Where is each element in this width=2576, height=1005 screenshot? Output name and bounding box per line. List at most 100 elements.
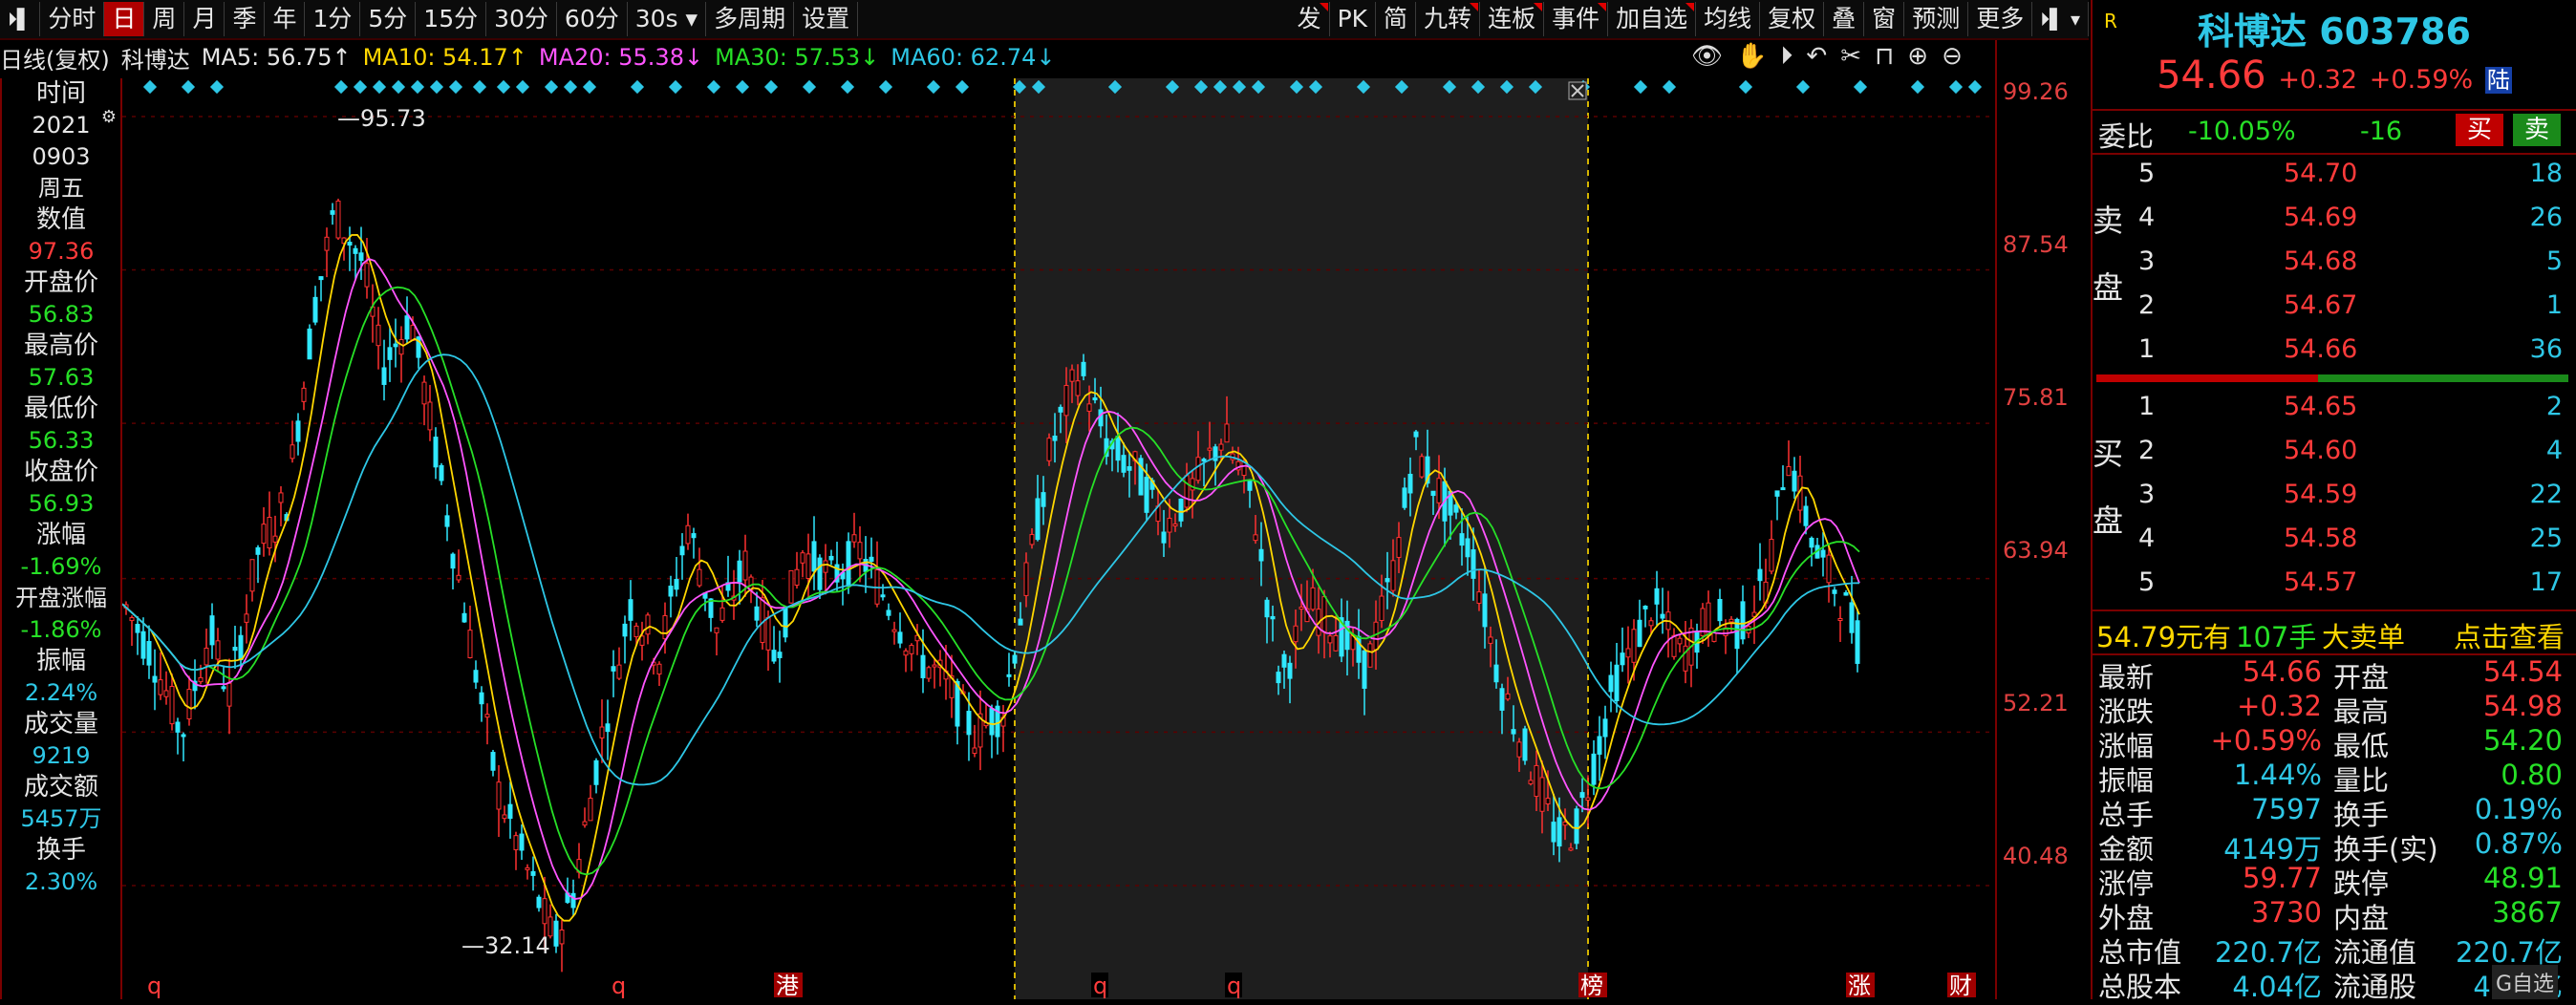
weibi-label: 委比 (2098, 120, 2155, 153)
period-tab-10[interactable]: 60分 (557, 2, 628, 36)
candle-body (1608, 674, 1614, 693)
tool-button-0[interactable]: 发 (1290, 2, 1330, 36)
order-level-row[interactable]: 3 54.59 22 (2093, 474, 2570, 516)
candle-body (1757, 568, 1763, 582)
candle-body (1631, 629, 1637, 663)
period-tab-0[interactable]: 分时 (40, 2, 105, 36)
candle-body (1407, 473, 1413, 494)
order-level-row[interactable]: 1 54.66 36 (2093, 329, 2570, 371)
candle-body (909, 645, 914, 654)
period-tab-3[interactable]: 月 (184, 2, 225, 36)
candle-body (1792, 470, 1797, 492)
order-level-row[interactable]: 3 54.68 5 (2093, 241, 2570, 283)
candle-body (788, 569, 794, 604)
scissors-icon[interactable]: ✂ (1840, 42, 1861, 72)
event-marker (209, 79, 225, 95)
period-tab-12[interactable]: 多周期 (706, 2, 795, 36)
period-tab-2[interactable]: 周 (144, 2, 185, 36)
event-marker (582, 79, 597, 95)
tool-button-3[interactable]: 九转 (1416, 2, 1481, 36)
candle-body (290, 444, 295, 460)
candle-body (204, 647, 209, 666)
candle-body (1327, 635, 1333, 644)
order-level-row[interactable]: 4 54.58 25 (2093, 518, 2570, 560)
undo-icon[interactable]: ↶ (1806, 42, 1827, 72)
high-annotation: —95.73 (337, 105, 426, 132)
tool-button-12[interactable]: 更多 (1968, 2, 2033, 36)
candle-body (674, 579, 679, 590)
level-num: 5 (2138, 567, 2156, 597)
settings-icon[interactable]: ⚙ (101, 107, 117, 127)
zoom-in-icon[interactable]: ⊕ (1907, 42, 1928, 72)
event-marker (955, 79, 970, 95)
info-label: 振幅 (35, 647, 86, 675)
candle-body (1161, 531, 1167, 544)
zoom-out-icon[interactable]: ⊖ (1942, 42, 1963, 72)
sidebar-toggle-icon[interactable]: ⏵▌ (0, 2, 41, 36)
tool-button-9[interactable]: 叠 (1824, 2, 1865, 36)
candlestick-chart[interactable]: —95.73—32.14qq港qq榜涨财qL (122, 78, 1995, 999)
order-level-row[interactable]: 2 54.60 4 (2093, 430, 2570, 472)
sell-button[interactable]: 卖 (2513, 114, 2561, 146)
period-tab-8[interactable]: 15分 (416, 2, 487, 36)
tool-button-10[interactable]: 窗 (1864, 2, 1905, 36)
candle-body (1579, 792, 1585, 799)
candle-body (381, 367, 387, 385)
tool-button-2[interactable]: 简 (1376, 2, 1417, 36)
tool-button-11[interactable]: 预测 (1904, 2, 1969, 36)
big-order-row[interactable]: 54.79元有 107手 大卖单 点击查看 (2093, 609, 2576, 655)
candle-body (387, 347, 393, 360)
info-label: 数值 (35, 205, 86, 234)
period-tab-6[interactable]: 1分 (305, 2, 361, 36)
candle-body (1310, 587, 1316, 610)
expand-icon[interactable]: ⏵▌ ▾ (2032, 2, 2089, 36)
order-level-row[interactable]: 4 54.69 26 (2093, 197, 2570, 239)
tool-button-6[interactable]: 加自选 (1608, 2, 1697, 36)
order-level-row[interactable]: 5 54.57 17 (2093, 562, 2570, 604)
period-label[interactable]: 日线(复权) (0, 41, 110, 75)
tool-button-8[interactable]: 复权 (1760, 2, 1825, 36)
period-tab-5[interactable]: 年 (265, 2, 306, 36)
candle-body (1849, 602, 1855, 633)
order-level-row[interactable]: 2 54.67 1 (2093, 285, 2570, 327)
bottom-tag: q (1093, 973, 1107, 999)
period-tab-13[interactable]: 设置 (794, 2, 859, 36)
candle-body (1568, 847, 1574, 851)
tool-button-7[interactable]: 均线 (1696, 2, 1761, 36)
level-volume: 25 (2529, 524, 2563, 553)
candle-body (1253, 534, 1258, 542)
level-price: 54.59 (2284, 480, 2358, 509)
big-order-link[interactable]: 点击查看 (2454, 615, 2565, 655)
level-price: 54.58 (2284, 524, 2358, 553)
period-tab-4[interactable]: 季 (225, 2, 266, 36)
candle-body (633, 625, 639, 638)
candle-body (301, 387, 307, 402)
candle-body (1218, 443, 1224, 451)
eye-icon[interactable]: 👁 (1691, 42, 1723, 72)
candle-body (1551, 822, 1556, 843)
tool-button-4[interactable]: 连板 (1480, 2, 1545, 36)
period-tab-9[interactable]: 30分 (486, 2, 557, 36)
y-tick-label: 99.26 (2003, 78, 2069, 105)
candle-body (221, 686, 226, 690)
play-icon[interactable]: ⏵ (1780, 42, 1792, 72)
stat-value: 54.98 (2482, 690, 2563, 722)
buy-button[interactable]: 买 (2456, 114, 2503, 146)
hand-icon[interactable]: ✋ (1736, 42, 1767, 72)
candle-body (880, 594, 886, 598)
tool-button-5[interactable]: 事件 (1544, 2, 1609, 36)
order-level-row[interactable]: 1 54.65 2 (2093, 386, 2570, 428)
order-level-row[interactable]: 5 54.70 18 (2093, 153, 2570, 195)
candle-body (456, 574, 462, 581)
candle-body (805, 553, 811, 580)
level-num: 3 (2138, 246, 2156, 276)
candle-body (1780, 487, 1786, 491)
candle-body (920, 654, 926, 678)
candle-body (1465, 538, 1470, 558)
period-tab-1[interactable]: 日 (104, 2, 145, 36)
level-price: 54.69 (2284, 203, 2358, 232)
period-tab-7[interactable]: 5分 (360, 2, 417, 36)
tool-button-1[interactable]: PK (1330, 2, 1377, 36)
period-tab-11[interactable]: 30s ▾ (628, 2, 707, 36)
lock-icon[interactable]: ⊓ (1875, 42, 1894, 72)
